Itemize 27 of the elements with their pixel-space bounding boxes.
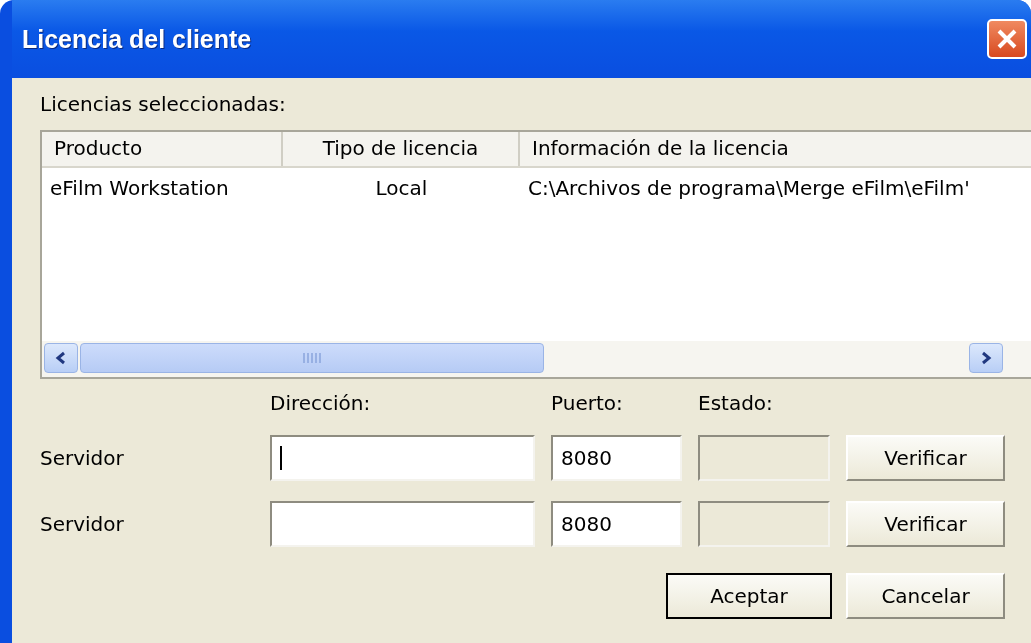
dialog-button[interactable]: Aceptar (666, 573, 832, 619)
column-header[interactable]: Información de la licencia (520, 132, 1031, 166)
window-title: Licencia del cliente (22, 24, 252, 54)
column-header[interactable]: Producto (42, 132, 283, 166)
address-field[interactable] (270, 435, 535, 481)
table-cell-text: Local (374, 176, 429, 200)
port-field[interactable]: 8080 (551, 501, 682, 547)
scroll-thumb[interactable] (80, 343, 544, 373)
verify-button[interactable]: Verificar (846, 501, 1005, 547)
port-field[interactable]: 8080 (551, 435, 682, 481)
scroll-left-button[interactable] (44, 343, 78, 373)
column-label: Estado: (698, 391, 774, 415)
close-icon (995, 27, 1019, 51)
list-label: Licencias seleccionadas: (40, 92, 287, 116)
column-label: Puerto: (551, 391, 624, 415)
dialog-button[interactable]: Cancelar (846, 573, 1005, 619)
table-cell-text: C:\Archivos de programa\Merge eFilm\eFilm' (527, 176, 971, 200)
verify-button[interactable]: Verificar (846, 435, 1005, 481)
server-label: Servidor (40, 446, 125, 470)
address-field[interactable] (270, 501, 535, 547)
table-cell-text: eFilm Workstation (49, 176, 230, 200)
scroll-right-button[interactable] (969, 343, 1003, 373)
column-header[interactable]: Tipo de licencia (283, 132, 520, 166)
close-button[interactable] (987, 19, 1027, 59)
column-label: Dirección: (270, 391, 372, 415)
grip-icon (303, 353, 321, 363)
server-label: Servidor (40, 512, 125, 536)
